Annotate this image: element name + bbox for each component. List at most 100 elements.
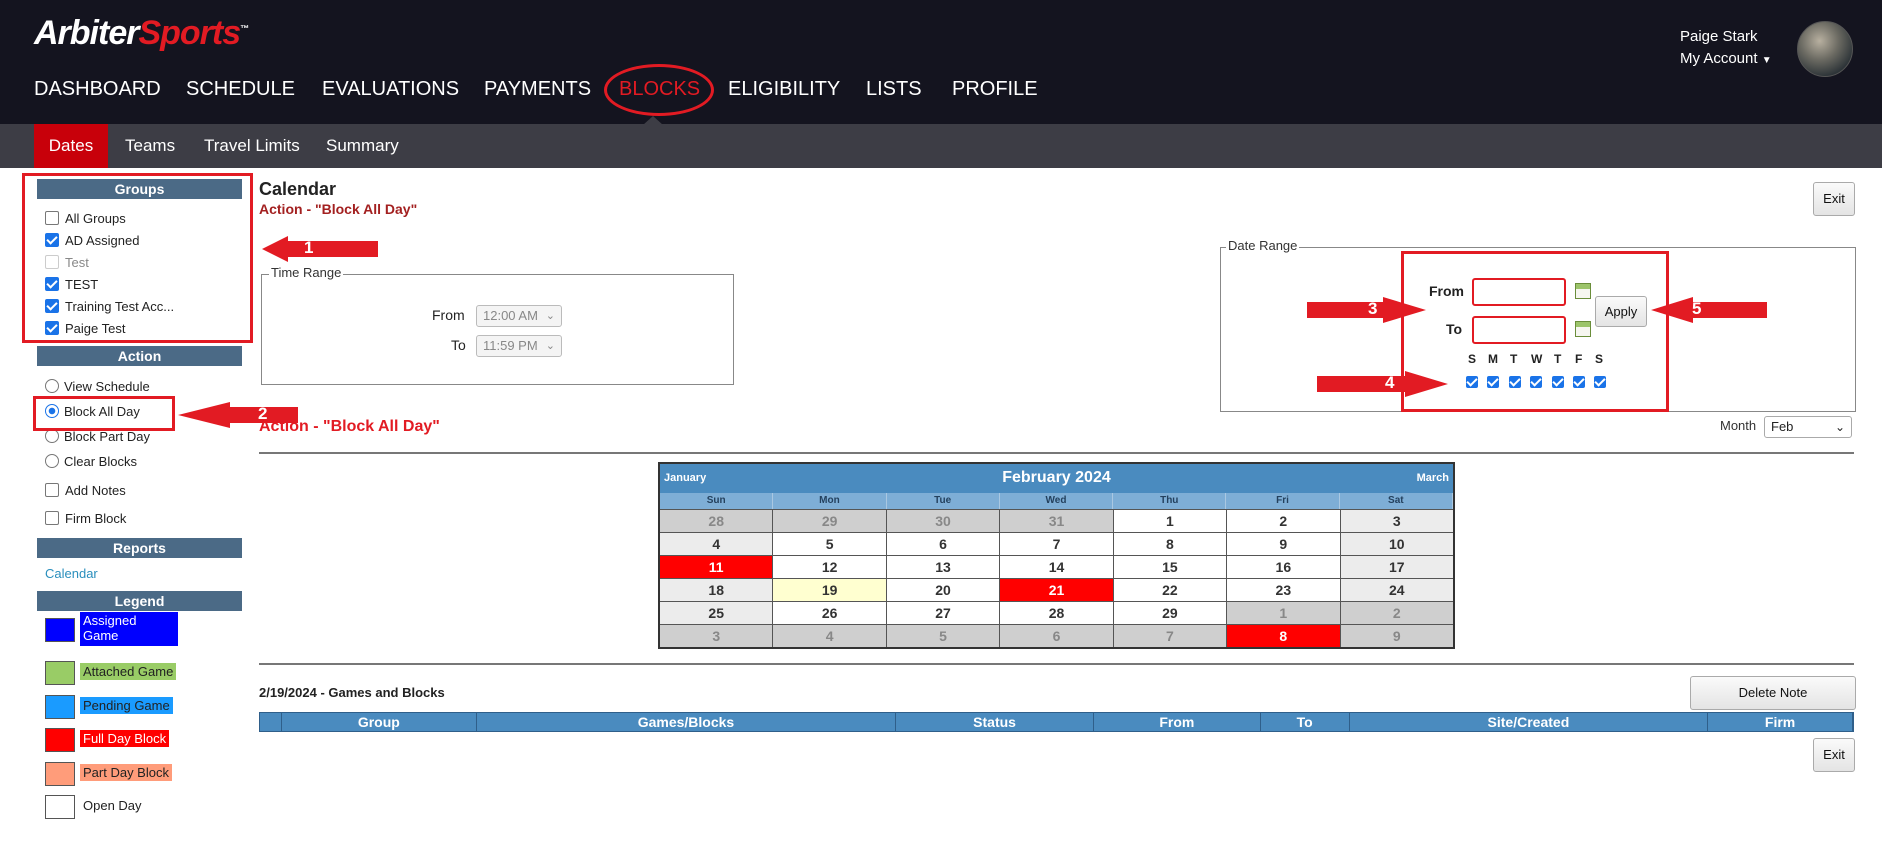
calendar-weeks: 28 29 30 31 1 2 3 4 5 6 7 8 9 10 11 12 13 14 15 16 17 18 19 20 2…	[660, 509, 1453, 647]
radio-clear-blocks[interactable]: Clear Blocks	[45, 454, 137, 469]
calendar-day[interactable]: 9	[1340, 624, 1453, 647]
table-column-header[interactable]: From	[1094, 713, 1261, 731]
nav-payments[interactable]: PAYMENTS	[484, 78, 591, 101]
action-heading: Action	[37, 346, 242, 366]
calendar-day[interactable]: 5	[773, 532, 887, 555]
weekday-label: Mon	[773, 493, 887, 509]
calendar-day[interactable]: 22	[1113, 578, 1228, 601]
calendar-day[interactable]: 30	[886, 509, 1001, 532]
calendar-day[interactable]: 2	[1227, 509, 1341, 532]
calendar-day[interactable]: 31	[1000, 509, 1114, 532]
arbitersports-logo[interactable]: ArbiterSports™	[34, 14, 249, 53]
legend-label: Open Day	[83, 798, 142, 813]
checkbox[interactable]	[45, 483, 59, 497]
calendar-day[interactable]: 8	[1113, 532, 1228, 555]
calendar-day[interactable]: 6	[886, 532, 1001, 555]
radio[interactable]	[45, 429, 59, 443]
date-range-legend: Date Range	[1226, 238, 1300, 253]
calendar-day[interactable]: 29	[1113, 601, 1228, 624]
calendar-day[interactable]: 3	[1340, 509, 1453, 532]
delete-note-button[interactable]: Delete Note	[1690, 676, 1856, 710]
radio[interactable]	[45, 379, 59, 393]
calendar-day[interactable]: 24	[1340, 578, 1453, 601]
time-to-label: To	[451, 337, 466, 353]
option-firm-block[interactable]: Firm Block	[45, 511, 126, 526]
table-column-header[interactable]: Site/Created	[1350, 713, 1709, 731]
nav-lists[interactable]: LISTS	[866, 78, 922, 101]
weekday-label: Fri	[1226, 493, 1340, 509]
calendar-report-link[interactable]: Calendar	[45, 566, 98, 581]
calendar-day[interactable]: 14	[1000, 555, 1114, 578]
games-blocks-title: 2/19/2024 - Games and Blocks	[259, 685, 445, 700]
table-column-header[interactable]: Firm	[1708, 713, 1853, 731]
calendar-day[interactable]: 17	[1340, 555, 1453, 578]
month-select[interactable]: Feb ⌄	[1764, 416, 1852, 438]
calendar-day[interactable]: 18	[660, 578, 774, 601]
calendar-day[interactable]: 3	[660, 624, 774, 647]
table-column-header[interactable]: Status	[896, 713, 1094, 731]
nav-schedule[interactable]: SCHEDULE	[186, 78, 295, 101]
calendar-day[interactable]: 20	[886, 578, 1001, 601]
table-column-header[interactable]: To	[1261, 713, 1350, 731]
option-add-notes[interactable]: Add Notes	[45, 483, 126, 498]
calendar-day[interactable]: 6	[1000, 624, 1114, 647]
exit-button-bottom[interactable]: Exit	[1813, 738, 1855, 772]
time-range-legend: Time Range	[269, 265, 344, 280]
calendar-day[interactable]: 4	[660, 532, 774, 555]
time-to-select[interactable]: 11:59 PM ⌄	[476, 335, 562, 357]
calendar-day[interactable]: 23	[1227, 578, 1341, 601]
radio-block-part-day[interactable]: Block Part Day	[45, 429, 150, 444]
calendar-day[interactable]: 7	[1113, 624, 1228, 647]
radio-view-schedule[interactable]: View Schedule	[45, 379, 150, 394]
my-account-dropdown[interactable]: My Account ▼	[1680, 50, 1772, 67]
calendar-day[interactable]: 13	[886, 555, 1001, 578]
nav-evaluations[interactable]: EVALUATIONS	[322, 78, 459, 101]
chevron-down-icon: ⌄	[545, 310, 555, 322]
calendar-day[interactable]: 28	[660, 509, 774, 532]
time-from-select[interactable]: 12:00 AM ⌄	[476, 305, 562, 327]
avatar[interactable]	[1797, 21, 1853, 77]
calendar-day[interactable]: 25	[660, 601, 774, 624]
legend-swatch	[45, 762, 75, 786]
table-column-header[interactable]: Games/Blocks	[477, 713, 897, 731]
tab-dates[interactable]: Dates	[34, 124, 108, 168]
weekday-label: Thu	[1113, 493, 1227, 509]
calendar-day[interactable]: 2	[1340, 601, 1453, 624]
calendar-day[interactable]: 10	[1340, 532, 1453, 555]
legend-swatch	[45, 695, 75, 719]
table-column-header[interactable]: Group	[282, 713, 477, 731]
divider	[259, 663, 1854, 665]
calendar-day[interactable]: 26	[773, 601, 887, 624]
calendar-day[interactable]: 5	[886, 624, 1001, 647]
calendar-day[interactable]: 16	[1227, 555, 1341, 578]
checkbox[interactable]	[45, 511, 59, 525]
nav-dashboard[interactable]: DASHBOARD	[34, 78, 161, 101]
nav-profile[interactable]: PROFILE	[952, 78, 1038, 101]
tab-teams[interactable]: Teams	[109, 124, 191, 168]
annotation-arrow-3	[1307, 297, 1426, 323]
calendar-day[interactable]: 21	[1000, 578, 1114, 601]
chevron-down-icon: ⌄	[545, 340, 555, 352]
calendar-day[interactable]: 1	[1227, 601, 1341, 624]
calendar-header: January February 2024 March	[660, 464, 1453, 493]
calendar-day[interactable]: 7	[1000, 532, 1114, 555]
calendar-day[interactable]: 15	[1113, 555, 1228, 578]
calendar-day[interactable]: 19	[773, 578, 887, 601]
table-column-header[interactable]	[260, 713, 282, 731]
tab-travel-limits[interactable]: Travel Limits	[188, 124, 316, 168]
calendar-day[interactable]: 29	[773, 509, 887, 532]
reports-heading: Reports	[37, 538, 242, 558]
calendar-day[interactable]: 8	[1227, 624, 1341, 647]
calendar-day[interactable]: 28	[1000, 601, 1114, 624]
next-month-link[interactable]: March	[1417, 472, 1449, 484]
calendar-day[interactable]: 9	[1227, 532, 1341, 555]
radio[interactable]	[45, 454, 59, 468]
tab-summary[interactable]: Summary	[310, 124, 415, 168]
calendar-day[interactable]: 4	[773, 624, 887, 647]
nav-eligibility[interactable]: ELIGIBILITY	[728, 78, 840, 101]
calendar-day[interactable]: 12	[773, 555, 887, 578]
exit-button-top[interactable]: Exit	[1813, 182, 1855, 216]
calendar-day[interactable]: 1	[1113, 509, 1228, 532]
calendar-day[interactable]: 11	[660, 555, 774, 578]
calendar-day[interactable]: 27	[886, 601, 1001, 624]
